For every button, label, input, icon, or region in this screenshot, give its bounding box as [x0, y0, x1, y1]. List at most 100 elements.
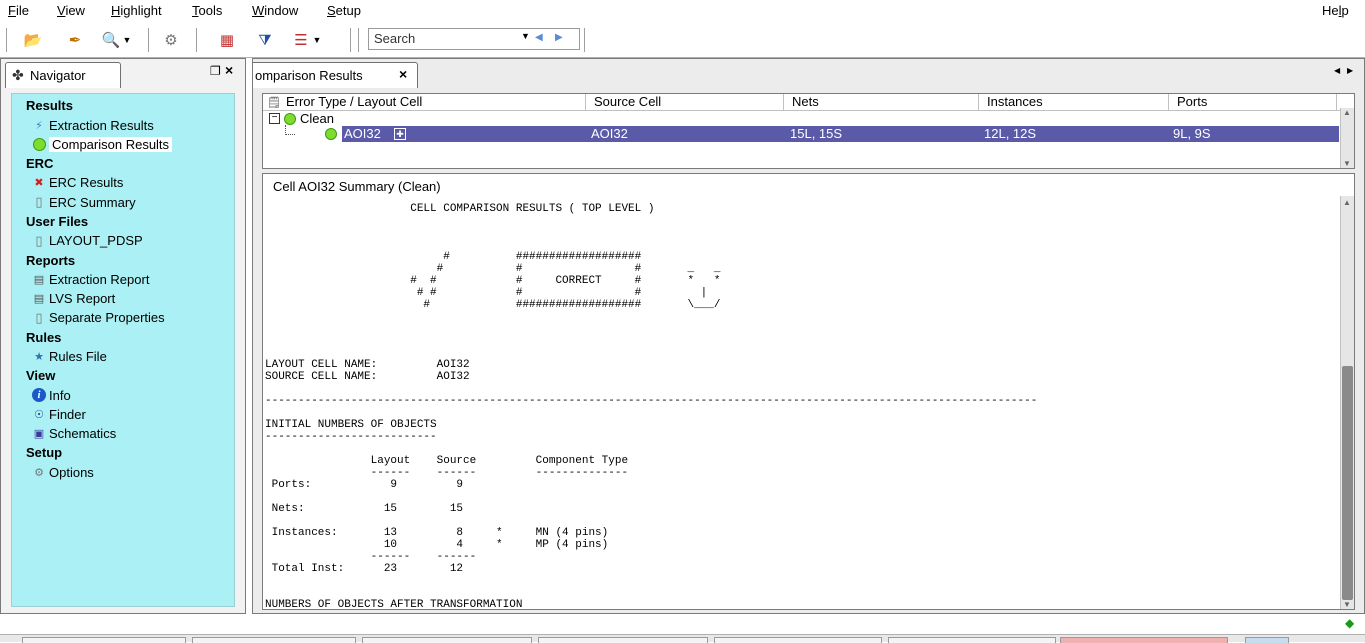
column-header-source-cell[interactable]: Source Cell — [586, 94, 784, 110]
search-field[interactable]: Search ▼ ◀ ▶ — [368, 28, 580, 50]
nav-section-view: View — [26, 368, 56, 384]
nav-item-extraction-results[interactable]: ⚡ Extraction Results — [32, 118, 154, 133]
column-label: Nets — [792, 94, 819, 109]
scroll-up-icon[interactable]: ▲ — [1343, 108, 1351, 117]
nav-item-comparison-results[interactable]: Comparison Results — [32, 136, 173, 152]
nav-item-label: LVS Report — [49, 291, 116, 307]
tab-comparison-results[interactable]: omparison Results × — [253, 62, 418, 88]
nav-item-finder[interactable]: ☉ Finder — [32, 407, 86, 422]
close-icon[interactable]: × — [399, 66, 407, 82]
toolbar-separator — [148, 28, 149, 52]
menu-view[interactable]: View — [57, 3, 85, 18]
table-row[interactable]: AOI32 ✚ AOI32 15L, 15S 12L, 12S 9L, 9S — [342, 126, 1339, 142]
navigator-tree: Results ⚡ Extraction Results Comparison Res… — [11, 93, 235, 607]
close-icon[interactable]: × — [225, 62, 233, 78]
nav-item-label: Comparison Results — [49, 136, 173, 152]
column-header-nets[interactable]: Nets — [784, 94, 979, 110]
scroll-thumb[interactable] — [1342, 366, 1353, 600]
tab-comparison-results-label: omparison Results — [255, 68, 363, 83]
taskbar-button[interactable] — [888, 637, 1056, 643]
nav-item-lvs-report[interactable]: ▤ LVS Report — [32, 291, 115, 306]
zoom-icon[interactable]: 🔍 — [100, 30, 122, 50]
tree-group-clean[interactable]: − Clean — [269, 111, 334, 126]
arrow-right-icon[interactable]: ▶ — [555, 32, 563, 43]
binoculars-icon: ☉ — [34, 409, 44, 421]
table-scrollbar[interactable]: ▲ ▼ — [1340, 108, 1354, 168]
nav-section-results: Results — [26, 98, 73, 113]
cell-view-icon[interactable]: ✚ — [394, 128, 406, 140]
chevron-down-icon[interactable]: ▼ — [122, 30, 132, 50]
color-grid-icon[interactable]: ▦ — [216, 30, 238, 50]
summary-pane: Cell AOI32 Summary (Clean) CELL COMPARIS… — [262, 173, 1355, 610]
summary-title: Cell AOI32 Summary (Clean) — [273, 179, 441, 194]
column-label: Ports — [1177, 94, 1208, 109]
chevron-down-icon[interactable]: ▼ — [521, 31, 530, 41]
status-diamond-icon: ◆ — [1345, 616, 1355, 630]
column-header-instances[interactable]: Instances — [979, 94, 1169, 110]
search-input[interactable]: Search — [374, 31, 415, 46]
nav-item-rules-file[interactable]: ★ Rules File — [32, 349, 107, 364]
extraction-icon: ⚡ — [35, 119, 43, 132]
nav-item-label: LAYOUT_PDSP — [49, 233, 143, 249]
arrow-left-icon[interactable]: ◀ — [535, 32, 543, 43]
nav-item-separate-properties[interactable]: ▯ Separate Properties — [32, 310, 164, 326]
nav-item-label: Options — [49, 464, 94, 480]
menu-tools[interactable]: Tools — [192, 3, 222, 18]
nav-item-erc-results[interactable]: ✖ ERC Results — [32, 175, 123, 190]
open-folder-icon[interactable]: 📂 — [22, 30, 44, 50]
nav-item-schematics[interactable]: ▣ Schematics — [32, 426, 116, 441]
menu-setup[interactable]: Setup — [327, 3, 361, 18]
nav-item-info[interactable]: i Info — [32, 388, 71, 403]
nav-item-label: Info — [49, 387, 71, 403]
info-icon: i — [32, 388, 46, 403]
nav-item-layout-pdsp[interactable]: ▯ LAYOUT_PDSP — [32, 233, 143, 249]
nav-item-erc-summary[interactable]: ▯ ERC Summary — [32, 194, 135, 210]
navigator-panel: ✤ Navigator ❐ × Results ⚡ Extraction Resul… — [0, 58, 246, 614]
toolbar-separator — [350, 28, 351, 52]
layers-icon[interactable]: ☰ — [290, 30, 312, 50]
nav-item-extraction-report[interactable]: ▤ Extraction Report — [32, 272, 150, 287]
report-icon: ▤ — [33, 293, 45, 306]
column-header-ports[interactable]: Ports — [1169, 94, 1337, 110]
filter-icon[interactable]: ⧩ — [254, 30, 276, 50]
nav-item-options[interactable]: ⚙ Options — [32, 465, 94, 480]
scroll-down-icon[interactable]: ▼ — [1343, 159, 1351, 168]
group-label: Clean — [300, 111, 334, 126]
taskbar-button[interactable] — [22, 637, 186, 643]
taskbar-button[interactable] — [362, 637, 532, 643]
toolbar-separator — [584, 28, 585, 52]
taskbar-button[interactable] — [1245, 637, 1289, 643]
tab-navigator[interactable]: ✤ Navigator — [5, 62, 121, 88]
toolbar: 📂 ✒ 🔍 ▼ ⚙ ▦ ⧩ ☰ ▼ Search ▼ ◀ ▶ — [0, 24, 1365, 58]
results-table: 🗒 Error Type / Layout Cell Source Cell Ne… — [262, 93, 1355, 169]
menu-file[interactable]: File — [8, 3, 29, 18]
collapse-icon[interactable]: − — [269, 113, 280, 124]
restore-icon[interactable]: ❐ — [210, 64, 221, 78]
highlight-pen-icon[interactable]: ✒ — [64, 30, 86, 50]
menu-window[interactable]: Window — [252, 3, 298, 18]
arrow-right-icon[interactable]: ▶ — [1347, 66, 1353, 75]
taskbar-button[interactable] — [192, 637, 356, 643]
toolbar-separator — [358, 28, 359, 52]
menu-bar: File View Highlight Tools Window Setup H… — [0, 0, 1365, 22]
nav-section-rules: Rules — [26, 329, 62, 345]
header-divider — [263, 110, 1343, 111]
chevron-down-icon[interactable]: ▼ — [312, 30, 322, 50]
summary-scrollbar[interactable]: ▲ ▼ — [1340, 196, 1354, 609]
column-header-error-type[interactable]: 🗒 Error Type / Layout Cell — [263, 94, 586, 110]
toolbar-separator — [6, 28, 7, 52]
taskbar-button[interactable] — [714, 637, 882, 643]
arrow-left-icon[interactable]: ◀ — [1334, 66, 1340, 75]
schematic-icon: ▣ — [33, 428, 45, 441]
scroll-up-icon[interactable]: ▲ — [1343, 198, 1351, 207]
menu-highlight[interactable]: Highlight — [111, 3, 162, 18]
gear-icon[interactable]: ⚙ — [160, 30, 182, 50]
scroll-down-icon[interactable]: ▼ — [1343, 600, 1351, 609]
nav-section-reports: Reports — [26, 252, 76, 268]
nav-item-label: Schematics — [49, 426, 117, 442]
tree-connector — [285, 125, 295, 135]
taskbar-button[interactable] — [1060, 637, 1228, 643]
nav-item-label: Finder — [49, 407, 86, 422]
menu-help[interactable]: Help — [1322, 3, 1349, 18]
taskbar-button[interactable] — [538, 637, 708, 643]
